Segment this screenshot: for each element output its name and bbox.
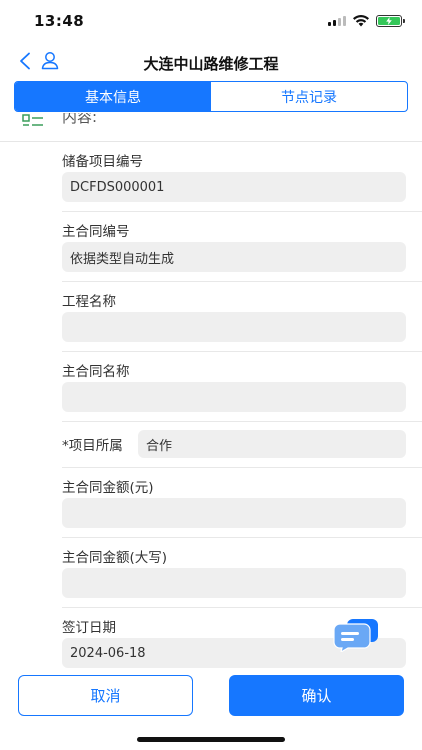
field-label: 主合同金额(元) — [62, 480, 154, 496]
field-label: 工程名称 — [62, 294, 116, 310]
field-reserve-project-number: 储备项目编号 DCFDS000001 — [0, 142, 422, 212]
chat-bubble-icon[interactable] — [333, 618, 379, 652]
tab-node-records[interactable]: 节点记录 — [211, 82, 407, 111]
field-main-contract-name: 主合同名称 — [0, 352, 422, 422]
main-contract-amount-uppercase-input[interactable] — [62, 568, 406, 598]
segmented-tabs: 基本信息 节点记录 — [14, 81, 408, 112]
field-project-name: 工程名称 — [0, 282, 422, 352]
field-label: 主合同金额(大写) — [62, 550, 168, 566]
main-contract-name-input[interactable] — [62, 382, 406, 412]
cancel-button[interactable]: 取消 — [18, 675, 193, 716]
field-label: 储备项目编号 — [62, 154, 143, 170]
wifi-icon — [353, 15, 369, 27]
tab-basic-info[interactable]: 基本信息 — [15, 82, 211, 111]
section-label: 内容: — [62, 113, 98, 126]
field-main-contract-number: 主合同编号 依据类型自动生成 — [0, 212, 422, 282]
field-label: 主合同编号 — [62, 224, 130, 240]
field-label: 签订日期 — [62, 620, 116, 636]
field-label: 主合同名称 — [62, 364, 130, 380]
reserve-project-number-input[interactable]: DCFDS000001 — [62, 172, 406, 202]
main-contract-amount-input[interactable] — [62, 498, 406, 528]
field-label: *项目所属 — [62, 438, 123, 454]
cellular-signal-icon — [328, 15, 346, 26]
home-indicator — [137, 737, 285, 742]
bottom-action-bar: 取消 确认 — [0, 668, 422, 724]
list-icon — [22, 114, 43, 126]
project-affiliation-select[interactable]: 合作 — [138, 430, 406, 458]
field-main-contract-amount: 主合同金额(元) — [0, 468, 422, 538]
status-icons — [328, 14, 405, 27]
main-contract-number-input[interactable]: 依据类型自动生成 — [62, 242, 406, 272]
confirm-button[interactable]: 确认 — [229, 675, 404, 716]
navigation-bar: 大连中山路维修工程 — [0, 44, 422, 78]
status-bar: 13:48 — [0, 0, 422, 44]
field-main-contract-amount-uppercase: 主合同金额(大写) — [0, 538, 422, 608]
status-time: 13:48 — [34, 12, 85, 30]
section-header: 内容: — [0, 113, 422, 141]
page-title: 大连中山路维修工程 — [143, 55, 279, 73]
form: 储备项目编号 DCFDS000001 主合同编号 依据类型自动生成 工程名称 主… — [0, 142, 422, 678]
project-name-input[interactable] — [62, 312, 406, 342]
battery-icon — [376, 14, 405, 27]
field-project-affiliation: *项目所属 合作 — [0, 422, 422, 468]
